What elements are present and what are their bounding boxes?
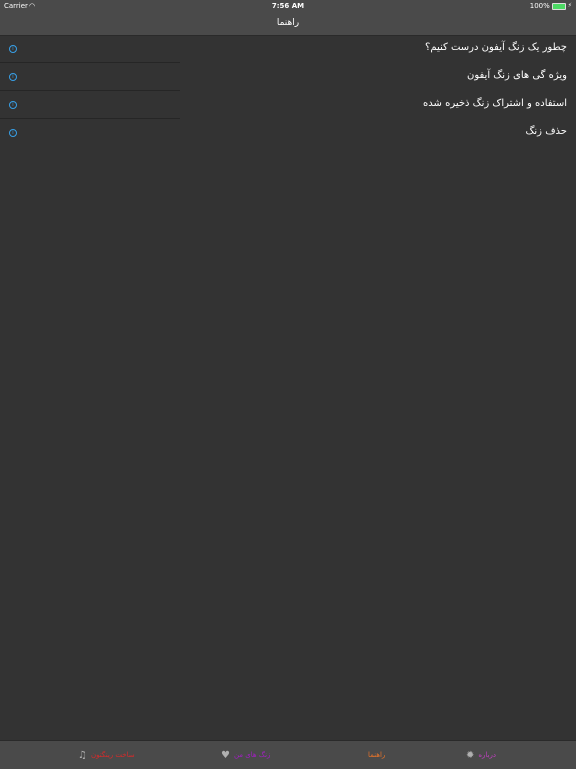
tab-label: درباره (478, 751, 497, 759)
info-icon[interactable]: i (9, 45, 17, 53)
navigation-bar: راهنما (0, 12, 576, 36)
tab-help[interactable]: راهنما (368, 741, 385, 769)
battery-icon (551, 2, 566, 10)
status-time: 7:56 AM (271, 2, 305, 10)
help-item-create-ringtone[interactable]: چطور یک زنگ آیفون درست کنیم؟ i (0, 35, 576, 63)
help-item-label: استفاده و اشتراک زنگ ذخیره شده (423, 98, 567, 109)
tab-label: ساخت رینگتون (90, 751, 135, 759)
heart-icon: ♥ (221, 749, 230, 761)
help-item-delete[interactable]: حذف زنگ i (0, 119, 576, 147)
page-title: راهنما (276, 18, 300, 28)
music-note-icon: ♫ (78, 749, 87, 761)
tab-label: راهنما (368, 751, 386, 759)
info-icon[interactable]: i (9, 129, 17, 137)
tab-make-ringtone[interactable]: ♫ ساخت رینگتون (78, 741, 135, 769)
help-item-label: ویژه گی های زنگ آیفون (466, 70, 567, 81)
charging-icon: ⚡ (567, 2, 572, 9)
help-item-label: حذف زنگ (525, 126, 567, 137)
battery-indicator: 100% ⚡ (530, 0, 572, 12)
info-icon[interactable]: i (9, 73, 17, 81)
help-item-features[interactable]: ویژه گی های زنگ آیفون i (0, 63, 576, 91)
battery-percent: 100% (529, 2, 550, 10)
tab-my-ringtones[interactable]: ♥ زنگ های من (221, 741, 270, 769)
tab-bar: ♫ ساخت رینگتون ♥ زنگ های من راهنما ✹ درب… (0, 740, 576, 769)
tab-label: زنگ های من (233, 751, 271, 759)
status-bar: Carrier ◠ 7:56 AM 100% ⚡ (0, 0, 576, 12)
tab-about[interactable]: ✹ درباره (466, 741, 496, 769)
help-item-use-share[interactable]: استفاده و اشتراک زنگ ذخیره شده i (0, 91, 576, 119)
battery-fill (552, 3, 565, 9)
info-icon[interactable]: i (9, 101, 17, 109)
gear-icon: ✹ (466, 749, 475, 761)
help-list: چطور یک زنگ آیفون درست کنیم؟ i ویژه گی ه… (0, 35, 576, 147)
help-item-label: چطور یک زنگ آیفون درست کنیم؟ (425, 42, 567, 53)
